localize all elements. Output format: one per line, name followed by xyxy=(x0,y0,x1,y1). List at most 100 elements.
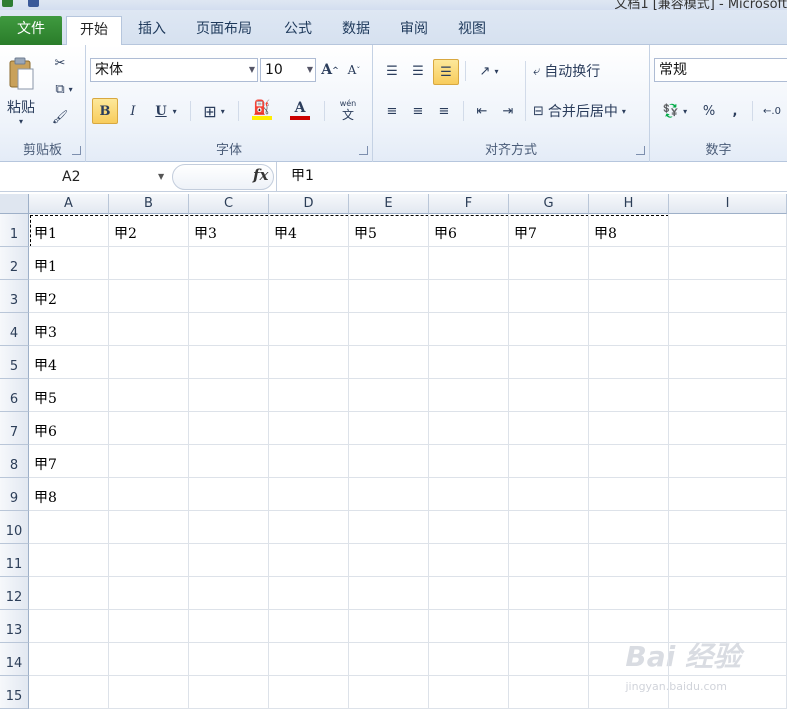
cell-e7[interactable] xyxy=(349,412,429,445)
cell-c3[interactable] xyxy=(189,280,269,313)
cell-f5[interactable] xyxy=(429,346,509,379)
cell-h12[interactable] xyxy=(589,577,669,610)
tab-page-layout[interactable]: 页面布局 xyxy=(186,16,262,45)
cell-c7[interactable] xyxy=(189,412,269,445)
chevron-down-icon[interactable]: ▾ xyxy=(173,107,177,116)
column-header-b[interactable]: B xyxy=(109,194,189,214)
cell-h7[interactable] xyxy=(589,412,669,445)
cell-f11[interactable] xyxy=(429,544,509,577)
grow-font-button[interactable]: A ^ xyxy=(320,59,340,81)
row-header-9[interactable]: 9 xyxy=(0,478,29,511)
cell-a5[interactable]: 甲4 xyxy=(29,346,109,379)
comma-style-button[interactable]: , xyxy=(724,99,746,123)
cell-h4[interactable] xyxy=(589,313,669,346)
increase-indent-button[interactable]: ⇥ xyxy=(497,99,519,123)
cell-g4[interactable] xyxy=(509,313,589,346)
cell-a9[interactable]: 甲8 xyxy=(29,478,109,511)
column-header-i[interactable]: I xyxy=(669,194,787,214)
cell-h8[interactable] xyxy=(589,445,669,478)
cell-g8[interactable] xyxy=(509,445,589,478)
cell-h2[interactable] xyxy=(589,247,669,280)
row-header-11[interactable]: 11 xyxy=(0,544,29,577)
cell-c14[interactable] xyxy=(189,643,269,676)
orientation-button[interactable]: ↗ ▾ xyxy=(471,59,507,83)
cell-i13[interactable] xyxy=(669,610,787,643)
cell-d11[interactable] xyxy=(269,544,349,577)
column-header-f[interactable]: F xyxy=(429,194,509,214)
cell-d8[interactable] xyxy=(269,445,349,478)
cell-e4[interactable] xyxy=(349,313,429,346)
cell-h5[interactable] xyxy=(589,346,669,379)
cell-b4[interactable] xyxy=(109,313,189,346)
cell-c6[interactable] xyxy=(189,379,269,412)
cell-f8[interactable] xyxy=(429,445,509,478)
increase-decimal-button[interactable]: ←.0 xyxy=(758,99,786,123)
tab-formulas[interactable]: 公式 xyxy=(272,16,324,45)
cell-h3[interactable] xyxy=(589,280,669,313)
chevron-down-icon[interactable]: ▾ xyxy=(622,107,626,116)
cell-b12[interactable] xyxy=(109,577,189,610)
font-color-button[interactable]: A xyxy=(282,97,318,123)
cell-d7[interactable] xyxy=(269,412,349,445)
wrap-text-button[interactable]: ⤶ 自动换行 xyxy=(533,59,643,83)
cell-g13[interactable] xyxy=(509,610,589,643)
cell-g1[interactable]: 甲7 xyxy=(509,214,589,247)
cell-a4[interactable]: 甲3 xyxy=(29,313,109,346)
cell-a1[interactable]: 甲1 xyxy=(29,214,109,247)
column-header-c[interactable]: C xyxy=(189,194,269,214)
cell-d10[interactable] xyxy=(269,511,349,544)
cell-e8[interactable] xyxy=(349,445,429,478)
cell-c13[interactable] xyxy=(189,610,269,643)
cell-b15[interactable] xyxy=(109,676,189,709)
cell-d4[interactable] xyxy=(269,313,349,346)
cell-g15[interactable] xyxy=(509,676,589,709)
cell-i5[interactable] xyxy=(669,346,787,379)
cell-i15[interactable] xyxy=(669,676,787,709)
cell-e1[interactable]: 甲5 xyxy=(349,214,429,247)
chevron-down-icon[interactable]: ▼ xyxy=(307,59,313,81)
phonetic-guide-button[interactable]: wén 文 xyxy=(330,99,366,123)
cell-i14[interactable] xyxy=(669,643,787,676)
cell-a15[interactable] xyxy=(29,676,109,709)
cell-b3[interactable] xyxy=(109,280,189,313)
cell-e9[interactable] xyxy=(349,478,429,511)
column-header-e[interactable]: E xyxy=(349,194,429,214)
row-header-4[interactable]: 4 xyxy=(0,313,29,346)
cell-a3[interactable]: 甲2 xyxy=(29,280,109,313)
bold-button[interactable]: B xyxy=(92,98,118,124)
number-format-combo[interactable]: 常规 xyxy=(654,58,787,82)
cell-e13[interactable] xyxy=(349,610,429,643)
cell-h13[interactable] xyxy=(589,610,669,643)
cell-g3[interactable] xyxy=(509,280,589,313)
cell-i4[interactable] xyxy=(669,313,787,346)
cell-h15[interactable] xyxy=(589,676,669,709)
cell-g6[interactable] xyxy=(509,379,589,412)
cell-f6[interactable] xyxy=(429,379,509,412)
cell-c2[interactable] xyxy=(189,247,269,280)
cell-c5[interactable] xyxy=(189,346,269,379)
cell-b10[interactable] xyxy=(109,511,189,544)
chevron-down-icon[interactable]: ▼ xyxy=(158,165,164,189)
font-launcher-icon[interactable] xyxy=(359,146,368,155)
cell-i10[interactable] xyxy=(669,511,787,544)
row-header-3[interactable]: 3 xyxy=(0,280,29,313)
cut-button[interactable]: ✂ xyxy=(50,53,70,73)
row-header-1[interactable]: 1 xyxy=(0,214,29,247)
cell-a8[interactable]: 甲7 xyxy=(29,445,109,478)
cell-e3[interactable] xyxy=(349,280,429,313)
cell-f7[interactable] xyxy=(429,412,509,445)
cell-f12[interactable] xyxy=(429,577,509,610)
align-center-button[interactable]: ≡ xyxy=(407,99,429,123)
save-icon[interactable] xyxy=(28,0,39,7)
underline-button[interactable]: U ▾ xyxy=(148,99,184,123)
row-header-6[interactable]: 6 xyxy=(0,379,29,412)
cell-i11[interactable] xyxy=(669,544,787,577)
cell-d13[interactable] xyxy=(269,610,349,643)
cell-f3[interactable] xyxy=(429,280,509,313)
cell-h14[interactable] xyxy=(589,643,669,676)
cell-h11[interactable] xyxy=(589,544,669,577)
cell-c11[interactable] xyxy=(189,544,269,577)
tab-review[interactable]: 审阅 xyxy=(388,16,440,45)
cell-d14[interactable] xyxy=(269,643,349,676)
cell-b14[interactable] xyxy=(109,643,189,676)
